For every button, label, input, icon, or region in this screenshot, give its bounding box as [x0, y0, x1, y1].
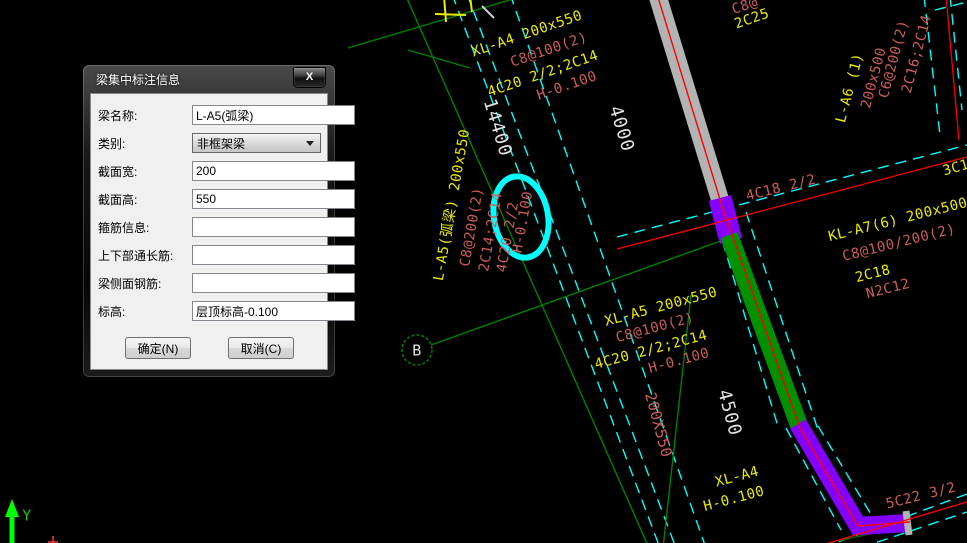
field-row-side-rebar: 梁侧面钢筋:: [98, 273, 355, 293]
field-row-section-width: 截面宽:: [98, 161, 355, 181]
category-label: 类别:: [98, 136, 126, 151]
through-rebar-label: 上下部通长筋:: [98, 248, 174, 263]
beam-annotation-dialog: 梁集中标注信息 X 梁名称: 类别: 非框架梁 截面宽: 截面高: [82, 64, 355, 378]
dialog-body: 梁名称: 类别: 非框架梁 截面宽: 截面高: 箍筋信息:: [90, 93, 355, 370]
section-height-input[interactable]: [192, 189, 355, 209]
stirrup-info-input[interactable]: [192, 217, 355, 237]
field-row-beam-name: 梁名称:: [98, 105, 355, 125]
field-row-through-rebar: 上下部通长筋:: [98, 245, 355, 265]
beam-end-cap: [902, 510, 913, 536]
field-row-stirrup-info: 箍筋信息:: [98, 217, 355, 237]
section-width-label: 截面宽:: [98, 164, 138, 179]
cancel-button[interactable]: 取消(C): [228, 337, 294, 359]
dialog-title: 梁集中标注信息: [96, 72, 181, 87]
field-row-category: 类别: 非框架梁: [98, 133, 321, 153]
ucs-y-label: Y: [22, 506, 32, 525]
side-rebar-input[interactable]: [192, 273, 355, 293]
field-row-section-height: 截面高:: [98, 189, 355, 209]
beam-name-label: 梁名称:: [98, 108, 138, 123]
category-select[interactable]: 非框架梁: [192, 133, 321, 153]
dialog-buttons: 确定(N) 取消(C): [98, 337, 321, 359]
stirrup-info-label: 箍筋信息:: [98, 220, 150, 235]
ok-button[interactable]: 确定(N): [125, 337, 191, 359]
grid-bubble-label: B: [412, 341, 422, 360]
elevation-input[interactable]: [192, 301, 355, 321]
elevation-field-label: 标高:: [98, 304, 126, 319]
close-icon: X: [305, 71, 314, 83]
section-width-input[interactable]: [192, 161, 355, 181]
close-button[interactable]: X: [293, 67, 326, 88]
ucs-y-axis-icon: [5, 499, 19, 543]
chevron-down-icon: [306, 140, 314, 146]
through-rebar-input[interactable]: [192, 245, 355, 265]
section-height-label: 截面高:: [98, 192, 138, 207]
side-rebar-label: 梁侧面钢筋:: [98, 276, 162, 291]
beam-name-input[interactable]: [192, 105, 355, 125]
cad-viewport[interactable]: XL-A4 200x550 C8@100(2) 4C20 2/2;2C14 H-…: [0, 0, 967, 543]
field-row-elevation: 标高:: [98, 301, 355, 321]
category-selected-value: 非框架梁: [197, 136, 246, 151]
